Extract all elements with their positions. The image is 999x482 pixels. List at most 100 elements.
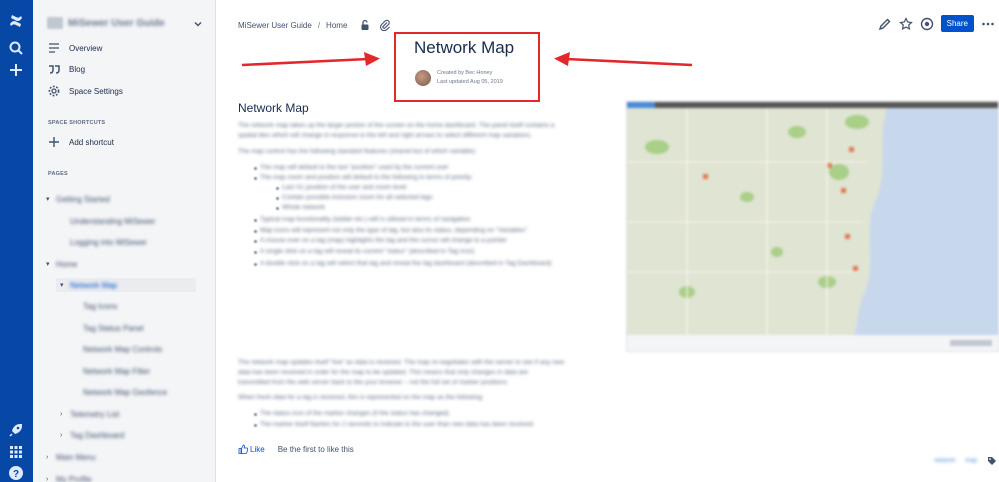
page-tree-label: Network Map Filter [83,366,151,376]
list-item: A mouse-over on a tag (map) highlights t… [260,237,507,244]
page-tree-item[interactable]: ▾ Getting Started [46,192,110,206]
svg-text:?: ? [13,469,19,480]
sidebar-item-blog[interactable]: Blog [47,61,85,77]
space-sidebar: MiSewer User Guide Overview Blog Space S… [33,0,216,482]
page-tree-item[interactable]: ▾ Home [46,257,77,271]
caret-down-icon[interactable]: ▾ [46,260,56,268]
page-tree-item[interactable]: Network Map Filter [73,364,150,378]
help-icon[interactable]: ? [8,465,24,481]
chevron-down-icon[interactable] [193,16,203,27]
space-header[interactable]: MiSewer User Guide [47,14,207,32]
search-icon[interactable] [8,40,24,56]
paragraph-line: When fresh data for a tag is received, t… [238,394,484,401]
bullet-marker [276,187,279,190]
sidebar-item-overview[interactable]: Overview [47,40,102,56]
add-shortcut-button[interactable]: Add shortcut [47,134,114,150]
breadcrumb-space-link[interactable]: MiSewer User Guide [238,21,312,30]
paragraph-line: spatial tiles which will change in respo… [238,132,532,139]
page-labels: network map [934,456,997,466]
list-item: The status icon of the marker changes (i… [260,410,449,417]
last-updated[interactable]: Last updated Aug 05, 2019 [437,78,503,87]
page-tree-item[interactable]: Understanding MiSewer [60,214,155,228]
page-tree-label: Network Map Controls [83,344,163,354]
author-avatar[interactable] [415,70,431,86]
attachment-icon[interactable] [379,19,391,31]
edit-pencil-icon[interactable] [878,17,892,31]
list-item: Last X1 position of the user and zoom le… [282,184,407,191]
sidebar-item-space-settings[interactable]: Space Settings [47,83,123,99]
page-tree-item[interactable]: Logging into MiSewer [60,235,147,249]
bullet-marker [254,167,257,170]
bullet-marker [254,230,257,233]
space-shortcuts-heading: SPACE SHORTCUTS [48,120,106,126]
quote-icon [47,62,61,76]
bullet-marker [254,219,257,222]
caret-down-icon[interactable]: ▾ [60,281,70,289]
bullet-marker [254,424,257,427]
create-plus-icon[interactable] [8,62,24,78]
caret-right-icon[interactable]: › [46,454,56,461]
star-icon[interactable] [898,16,913,31]
page-tree-item[interactable]: › My Profile [46,472,92,482]
created-by: Created by Bec Honey [437,70,493,76]
bullet-marker [254,177,257,180]
bullet-marker [254,263,257,266]
section-heading: Network Map [238,101,309,115]
bullet-marker [276,197,279,200]
caret-right-icon[interactable]: › [60,411,70,418]
page-tree-label: Getting Started [56,194,110,204]
bullet-marker [276,207,279,210]
page-byline: Created by Bec Honey Last updated Aug 05… [415,69,503,87]
breadcrumb-home-link[interactable]: Home [326,21,347,30]
like-row: Like Be the first to like this [238,444,354,454]
share-button[interactable]: Share [940,15,974,32]
page-tree-item[interactable]: › Telemetry List [60,407,119,421]
page-tree-item[interactable]: Network Map Controls [73,342,162,356]
page-tree-item[interactable]: ▾ Network Map [56,278,196,292]
paragraph-line: transmitted from the web server back to … [238,379,509,386]
breadcrumb-separator: / [317,20,321,30]
page-tree-item[interactable]: › Tag Dashboard [60,428,124,442]
confluence-logo-icon[interactable] [8,13,24,29]
breadcrumb: MiSewer User Guide / Home [238,19,391,31]
paragraph-line: data has been received in order for the … [238,369,529,376]
map-graphic [627,102,998,351]
caret-right-icon[interactable]: › [60,432,70,439]
list-item: Whole network [282,204,325,211]
rocket-icon[interactable] [8,422,24,438]
app-switcher-icon[interactable] [8,444,24,460]
label-link[interactable]: map [965,458,977,464]
tag-icon[interactable] [987,456,997,466]
list-item: Contain possible inclusion zoom for all … [282,194,433,201]
bullet-marker [254,251,257,254]
page-tree-item[interactable]: Tag Status Panel [73,321,143,335]
page-tree-item[interactable]: › Main Menu [46,450,96,464]
page-tree-label: Telemetry List [70,409,120,419]
page-toolbar: Share [878,15,995,32]
overview-icon [47,41,61,55]
arrow-right-annotation [241,52,380,67]
page-tree-label: Network Map [70,280,118,290]
list-item: A double click on a tag will select that… [260,260,552,267]
unlock-icon[interactable] [359,19,371,31]
page-tree-label: Understanding MiSewer [70,216,156,226]
gear-icon [47,84,61,98]
page-tree-item[interactable]: Network Map Geofence [73,385,167,399]
caret-right-icon[interactable]: › [46,476,56,482]
list-item: Map icons will represent not only the ty… [260,227,528,234]
sidebar-item-label: Overview [69,43,103,53]
space-avatar [47,17,63,29]
page-tree-label: Tag Icons [83,301,118,311]
space-name[interactable]: MiSewer User Guide [68,18,165,29]
main-content: MiSewer User Guide / Home Share Network … [216,0,999,482]
paragraph-line: The network map updates itself "live" as… [238,359,565,366]
page-tree-item[interactable]: Tag Icons [73,299,117,313]
more-actions-icon[interactable] [981,17,995,31]
label-link[interactable]: network [934,458,955,464]
like-button[interactable]: Like [238,444,265,454]
arrow-left-annotation [554,52,693,67]
like-first-text: Be the first to like this [277,444,354,454]
watch-eye-icon[interactable] [920,17,934,31]
global-navigation: ? [0,0,33,482]
caret-down-icon[interactable]: ▾ [46,195,56,203]
